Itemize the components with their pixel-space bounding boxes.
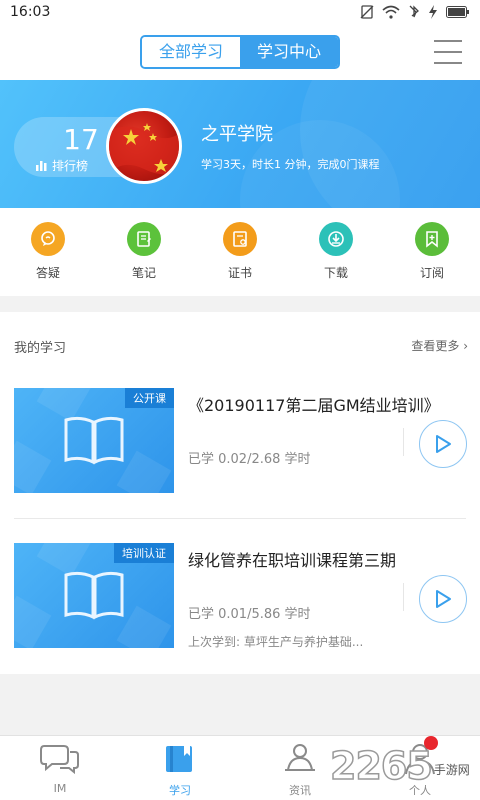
tab-label: IM xyxy=(53,782,67,795)
status-icons xyxy=(360,5,470,19)
rank-number: 17 xyxy=(63,123,99,156)
study-stats: 学习3天，时长1 分钟，完成0门课程 xyxy=(201,158,380,171)
divider xyxy=(14,518,466,519)
rank-label: 排行榜 xyxy=(52,159,89,173)
course-tag: 培训认证 xyxy=(114,543,174,563)
watermark-number: 2265 xyxy=(329,743,433,789)
watermark-text: 手游网 xyxy=(433,763,470,777)
book-icon xyxy=(166,746,192,772)
course-last-studied: 上次学到: 草坪生产与养护基础... xyxy=(188,635,364,649)
course-progress: 已学 0.02/2.68 学时 xyxy=(188,452,311,467)
quick-action-label: 订阅 xyxy=(419,266,444,280)
chat-icon xyxy=(40,745,79,775)
course-progress: 已学 0.01/5.86 学时 xyxy=(188,607,311,622)
course-card[interactable]: 培训认证 绿化管养在职培训课程第三期 已学 0.01/5.86 学时 上次学到:… xyxy=(0,543,480,671)
no-sim-icon xyxy=(360,5,374,19)
top-bar: 全部学习 学习中心 xyxy=(0,26,480,80)
tab-news[interactable]: 资讯 xyxy=(260,742,340,798)
course-title: 绿化管养在职培训课程第三期 xyxy=(188,551,397,570)
wifi-icon xyxy=(382,5,400,19)
news-icon xyxy=(285,744,315,771)
quick-action-notes[interactable]: 笔记 xyxy=(114,222,174,281)
certificate-icon xyxy=(223,222,257,256)
quick-action-download[interactable]: 下载 xyxy=(306,222,366,281)
flash-icon xyxy=(429,5,437,19)
flag-image xyxy=(109,123,179,175)
alarm-icon xyxy=(409,5,419,18)
section-title: 我的学习 xyxy=(14,341,67,356)
course-card[interactable]: 公开课 《20190117第二届GM结业培训》 已学 0.02/2.68 学时 xyxy=(0,388,480,516)
status-time: 16:03 xyxy=(10,4,51,20)
play-icon xyxy=(436,590,451,608)
org-name: 之平学院 xyxy=(201,124,273,145)
course-thumbnail: 公开课 xyxy=(14,388,174,493)
battery-icon xyxy=(446,6,469,18)
tab-study[interactable]: 学习 xyxy=(140,742,220,798)
download-icon xyxy=(319,222,353,256)
quick-action-qa[interactable]: 答疑 xyxy=(18,222,78,281)
rank-label-row: 排行榜 xyxy=(36,157,88,174)
book-icon xyxy=(64,571,124,620)
my-study-section: 我的学习 查看更多 › 公开课 《20190117第二届GM结业培训》 已学 0… xyxy=(0,312,480,674)
quick-action-subscribe[interactable]: 订阅 xyxy=(402,222,462,281)
quick-action-certificate[interactable]: 证书 xyxy=(210,222,270,281)
watermark: 2265 手游网 xyxy=(329,743,470,789)
bar-chart-icon xyxy=(36,161,47,171)
quick-action-label: 证书 xyxy=(227,266,252,280)
quick-action-label: 下载 xyxy=(323,266,348,280)
profile-banner: 17 排行榜 之平学院 学习3天，时长1 分钟，完成0门课程 xyxy=(0,80,480,208)
play-icon xyxy=(436,435,451,453)
play-button[interactable] xyxy=(419,575,467,623)
view-more-link[interactable]: 查看更多 › xyxy=(411,337,468,354)
course-tag: 公开课 xyxy=(125,388,174,408)
segment-study-center[interactable]: 学习中心 xyxy=(240,37,338,67)
course-thumbnail: 培训认证 xyxy=(14,543,174,648)
play-button[interactable] xyxy=(419,420,467,468)
quick-action-label: 笔记 xyxy=(131,266,156,280)
avatar[interactable] xyxy=(106,108,182,184)
notebook-icon xyxy=(127,222,161,256)
tab-im[interactable]: IM xyxy=(20,742,100,795)
segmented-control: 全部学习 学习中心 xyxy=(140,35,340,69)
subscribe-icon xyxy=(415,222,449,256)
menu-icon[interactable] xyxy=(434,40,462,64)
book-icon xyxy=(64,416,124,465)
quick-actions: 答疑 笔记 证书 下载 订阅 xyxy=(0,208,480,296)
chat-bubble-icon xyxy=(31,222,65,256)
tab-label: 学习 xyxy=(169,784,191,797)
segment-all-study[interactable]: 全部学习 xyxy=(142,37,240,67)
tab-label: 资讯 xyxy=(289,784,311,797)
course-title: 《20190117第二届GM结业培训》 xyxy=(188,396,440,415)
quick-action-label: 答疑 xyxy=(35,266,60,280)
status-bar: 16:03 xyxy=(0,0,480,26)
